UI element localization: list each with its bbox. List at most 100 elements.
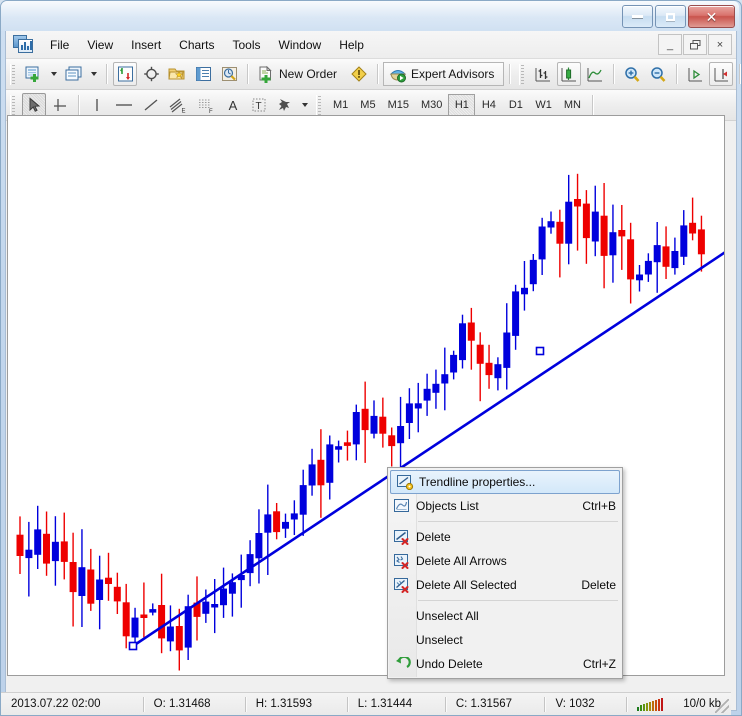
delete-trendline-icon (388, 526, 416, 548)
context-item-label: Objects List (416, 499, 568, 513)
zoom-in-button[interactable] (620, 62, 644, 86)
timeframe-m5[interactable]: M5 (354, 94, 381, 116)
menu-view[interactable]: View (78, 34, 122, 56)
objects-list-icon (388, 495, 416, 517)
close-button[interactable]: ✕ (688, 5, 735, 28)
vertical-line-tool-button[interactable] (85, 93, 109, 117)
timeframe-m1[interactable]: M1 (327, 94, 354, 116)
data-window-button[interactable] (139, 62, 163, 86)
toolbar-grip[interactable] (10, 64, 18, 85)
context-item-label: Undo Delete (416, 657, 569, 671)
maximize-button[interactable] (655, 5, 686, 28)
context-item-delete-all-arrows[interactable]: Delete All Arrows (388, 549, 622, 573)
app-logo-icon (13, 35, 35, 55)
timeframe-h4[interactable]: H4 (475, 94, 502, 116)
minimize-button[interactable] (622, 5, 653, 28)
text-label-tool-button[interactable]: T (247, 93, 271, 117)
shapes-dropdown-arrow[interactable] (302, 103, 308, 107)
new-chart-dropdown-arrow[interactable] (51, 72, 57, 76)
new-order-label: New Order (279, 67, 337, 81)
context-item-label: Delete All Selected (416, 578, 567, 592)
candlestick-chart-button[interactable] (557, 62, 581, 86)
status-low: L: 1.31444 (348, 693, 445, 715)
fibonacci-tool-button[interactable]: F (193, 93, 219, 117)
mdi-window-controls: _ × (658, 34, 732, 55)
delete-all-selected-icon (388, 574, 416, 596)
toolbar-separator-6 (676, 64, 677, 84)
context-item-accel: Ctrl+B (568, 499, 616, 513)
timeframe-d1[interactable]: D1 (502, 94, 529, 116)
context-item-unselect-all[interactable]: Unselect All (388, 604, 622, 628)
toolbar-separator-7 (739, 64, 740, 84)
equidistant-channel-tool-button[interactable]: E (165, 93, 191, 117)
undo-arrow-icon (388, 653, 416, 675)
toolbar-grip-2[interactable] (519, 64, 527, 85)
line-toolbar-grip[interactable] (10, 95, 18, 116)
context-item-trendline-properties[interactable]: Trendline properties... (390, 470, 620, 494)
cursor-tool-button[interactable] (22, 93, 46, 117)
mdi-restore-button[interactable] (683, 34, 707, 55)
timeframe-mn[interactable]: MN (558, 94, 587, 116)
context-item-label: Unselect (416, 633, 602, 647)
strategy-tester-button[interactable] (217, 62, 241, 86)
status-connection[interactable] (627, 693, 673, 715)
menu-help[interactable]: Help (330, 34, 373, 56)
window-controls: ✕ (622, 5, 735, 28)
context-item-objects-list[interactable]: Objects List Ctrl+B (388, 494, 622, 518)
context-menu-separator-2 (418, 600, 618, 601)
new-order-button[interactable]: New Order (254, 62, 345, 86)
zoom-out-button[interactable] (646, 62, 670, 86)
toolbar-separator-3 (377, 64, 378, 84)
terminal-button[interactable] (191, 62, 215, 86)
context-item-unselect[interactable]: Unselect (388, 628, 622, 652)
navigator-button[interactable] (165, 62, 189, 86)
new-chart-button[interactable] (22, 62, 46, 86)
context-menu-separator (418, 521, 618, 522)
toolbar-separator (106, 64, 107, 84)
menu-tools[interactable]: Tools (224, 34, 270, 56)
timeframe-m15[interactable]: M15 (382, 94, 415, 116)
expert-advisors-button[interactable]: Expert Advisors (385, 62, 502, 86)
context-item-delete[interactable]: Delete (388, 525, 622, 549)
expert-advisors-label: Expert Advisors (411, 67, 494, 81)
crosshair-tool-button[interactable] (48, 93, 72, 117)
line-toolbar-separator (78, 95, 79, 115)
timeframe-h1[interactable]: H1 (448, 94, 475, 116)
mdi-close-button[interactable]: × (708, 34, 732, 55)
menu-window[interactable]: Window (270, 34, 331, 56)
timeframe-separator (592, 95, 593, 115)
maximize-icon (666, 13, 675, 21)
minimize-icon (632, 15, 643, 18)
timeframe-m30[interactable]: M30 (415, 94, 448, 116)
svg-text:E: E (182, 108, 186, 114)
shapes-tool-button[interactable] (273, 93, 297, 117)
status-close: C: 1.31567 (446, 693, 545, 715)
toolbar-separator-5 (613, 64, 614, 84)
delete-all-arrows-icon (388, 550, 416, 572)
profiles-button[interactable] (62, 62, 86, 86)
horizontal-line-tool-button[interactable] (111, 93, 137, 117)
status-bar: 2013.07.22 02:00 O: 1.31468 H: 1.31593 L… (1, 692, 731, 715)
auto-scroll-button[interactable] (683, 62, 707, 86)
timeframe-toolbar-grip[interactable] (316, 95, 324, 116)
metatrader-window: ✕ File View Insert Charts Tools Window H (0, 0, 742, 716)
mdi-minimize-button[interactable]: _ (658, 34, 682, 55)
menu-charts[interactable]: Charts (170, 34, 223, 56)
bar-chart-button[interactable] (531, 62, 555, 86)
alert-button[interactable] (347, 62, 371, 86)
timeframe-w1[interactable]: W1 (529, 94, 558, 116)
resize-grip[interactable] (715, 699, 729, 713)
context-item-delete-all-selected[interactable]: Delete All Selected Delete (388, 573, 622, 597)
trendline-tool-button[interactable] (139, 93, 163, 117)
status-datetime: 2013.07.22 02:00 (1, 693, 143, 715)
toolbar-separator-4 (509, 64, 510, 84)
menu-insert[interactable]: Insert (122, 34, 170, 56)
menu-file[interactable]: File (41, 34, 78, 56)
line-chart-button[interactable] (583, 62, 607, 86)
text-tool-button[interactable]: A (221, 93, 245, 117)
context-item-accel: Ctrl+Z (569, 657, 616, 671)
market-watch-button[interactable] (113, 62, 137, 86)
profiles-dropdown-arrow[interactable] (91, 72, 97, 76)
chart-shift-button[interactable] (709, 62, 733, 86)
context-item-undo-delete[interactable]: Undo Delete Ctrl+Z (388, 652, 622, 676)
